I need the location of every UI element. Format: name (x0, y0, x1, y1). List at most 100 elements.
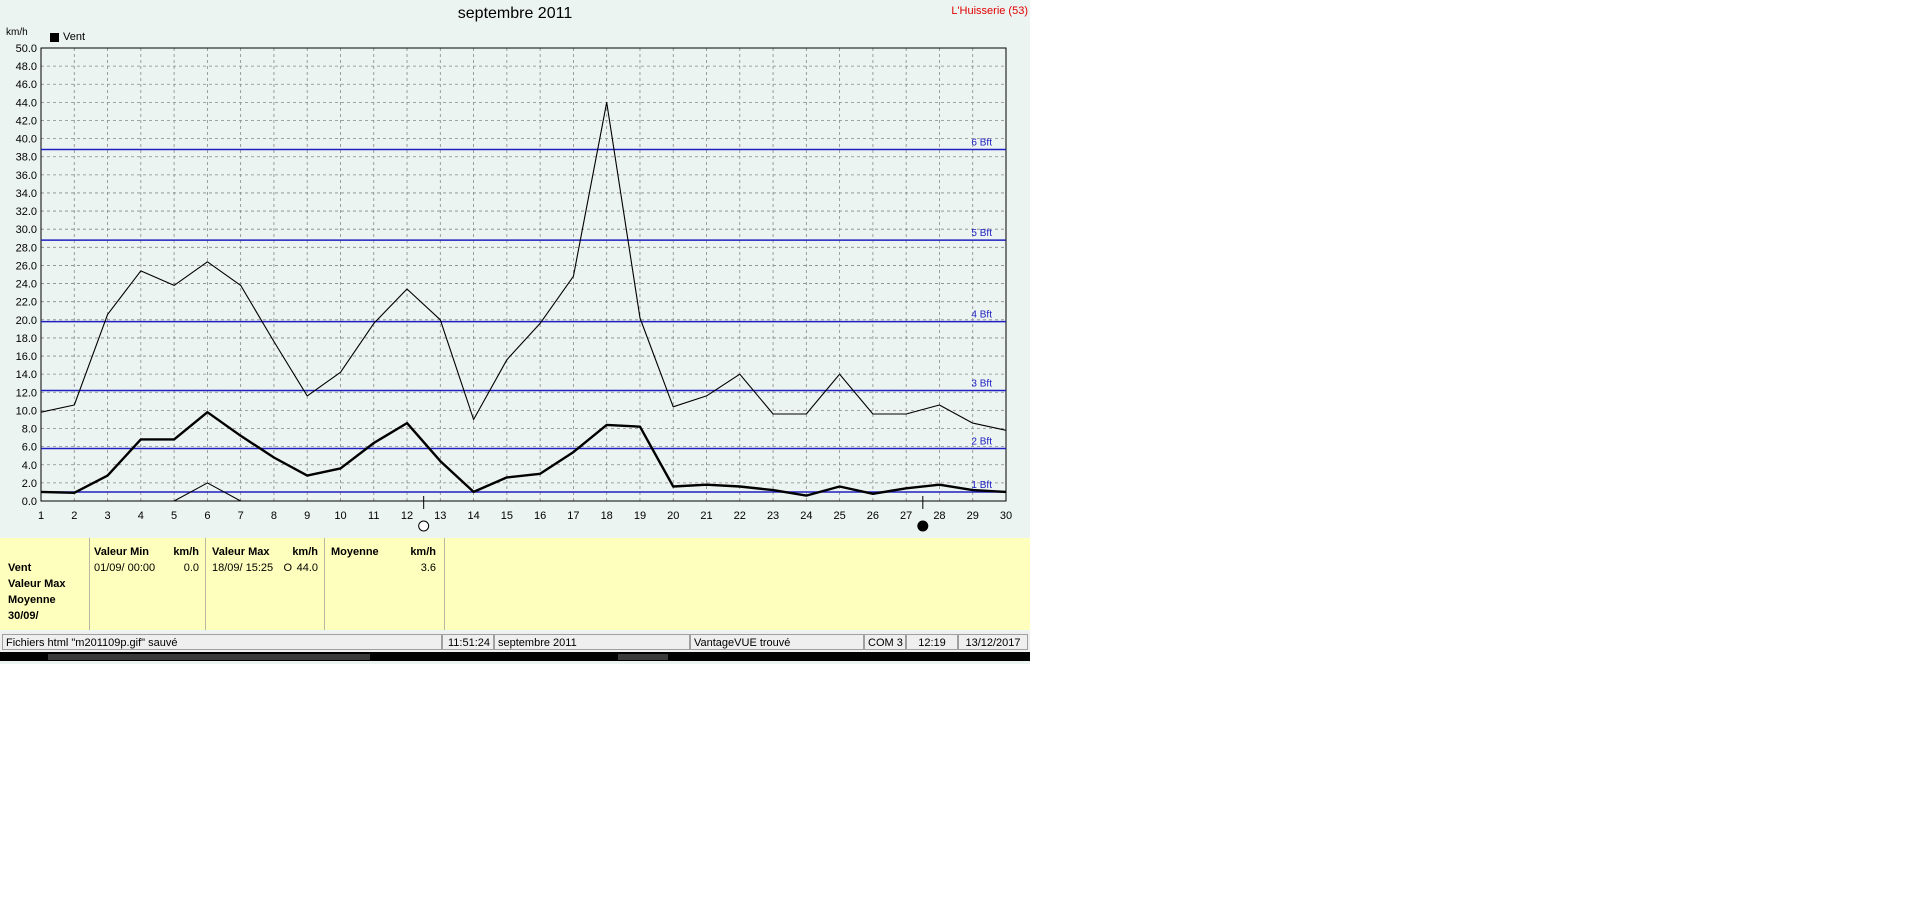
y-tick-label: 24.0 (16, 279, 37, 291)
x-tick-label: 5 (171, 510, 177, 522)
y-tick-label: 32.0 (16, 206, 37, 218)
x-tick-label: 29 (967, 510, 979, 522)
x-tick-label: 6 (204, 510, 210, 522)
x-tick-label: 7 (238, 510, 244, 522)
y-tick-label: 4.0 (22, 460, 37, 472)
new-moon-icon (917, 520, 929, 532)
min-value: 0.0 (183, 562, 199, 574)
x-tick-label: 14 (467, 510, 479, 522)
x-tick-label: 19 (634, 510, 646, 522)
stats-max-column: Valeur Max km/h 18/09/ 15:25 O 44.0 (206, 538, 325, 630)
stats-panel: Vent Valeur Max Moyenne 30/09/ Valeur Mi… (0, 538, 1030, 630)
x-tick-label: 10 (334, 510, 346, 522)
y-tick-label: 28.0 (16, 242, 37, 254)
x-tick-label: 22 (734, 510, 746, 522)
legend-label: Vent (63, 31, 86, 43)
y-tick-label: 30.0 (16, 224, 37, 236)
y-tick-label: 22.0 (16, 297, 37, 309)
x-tick-label: 21 (700, 510, 712, 522)
taskbar-segment (618, 654, 668, 660)
beaufort-label: 6 Bft (971, 137, 992, 148)
y-tick-label: 40.0 (16, 134, 37, 146)
max-direction: O (283, 562, 292, 574)
beaufort-label: 5 Bft (971, 228, 992, 239)
stats-min-column: Valeur Min km/h 01/09/ 00:00 0.0 (90, 538, 206, 630)
y-tick-label: 2.0 (22, 478, 37, 490)
x-tick-label: 30 (1000, 510, 1012, 522)
legend: Vent (50, 31, 85, 43)
max-date: 18/09/ 15:25 (212, 562, 274, 574)
y-tick-label: 14.0 (16, 369, 37, 381)
y-tick-label: 50.0 (16, 43, 37, 55)
avg-value: 3.6 (420, 562, 436, 574)
min-date: 01/09/ 00:00 (94, 562, 156, 574)
x-tick-label: 15 (501, 510, 513, 522)
x-tick-label: 23 (767, 510, 779, 522)
stats-avg-column: Moyenne km/h 3.6 (325, 538, 445, 630)
x-tick-label: 27 (900, 510, 912, 522)
status-clock: 12:19 (906, 634, 958, 650)
y-axis-unit: km/h (6, 27, 28, 38)
avg-header: Moyenne (331, 546, 379, 558)
y-tick-label: 16.0 (16, 351, 37, 363)
y-tick-label: 18.0 (16, 333, 37, 345)
x-tick-label: 17 (567, 510, 579, 522)
y-tick-label: 6.0 (22, 442, 37, 454)
min-unit: km/h (173, 546, 199, 558)
plot-area (41, 48, 1006, 501)
y-tick-label: 0.0 (22, 496, 37, 508)
beaufort-label: 4 Bft (971, 310, 992, 321)
status-time: 11:51:24 (442, 634, 494, 650)
legend-swatch-icon (50, 32, 59, 42)
x-tick-label: 12 (401, 510, 413, 522)
station-label: L'Huisserie (53) (951, 5, 1028, 17)
min-header: Valeur Min (94, 546, 150, 558)
x-tick-label: 9 (304, 510, 310, 522)
status-port: COM 3 (864, 634, 906, 650)
x-tick-label: 2 (71, 510, 77, 522)
x-tick-label: 11 (368, 510, 379, 522)
max-value: 44.0 (296, 562, 318, 574)
x-tick-label: 13 (434, 510, 446, 522)
y-tick-label: 8.0 (22, 424, 37, 436)
y-tick-label: 46.0 (16, 79, 37, 91)
x-tick-label: 25 (833, 510, 845, 522)
beaufort-label: 3 Bft (971, 378, 992, 389)
y-tick-label: 48.0 (16, 61, 37, 73)
wind-chart: 0.0 2.0 4.0 6.0 8.0 10.0 12.0 14.0 16.0 18.0 20.0 2… (16, 43, 1012, 532)
x-tick-label: 26 (867, 510, 879, 522)
row-label-moyenne: Moyenne (8, 594, 56, 606)
max-unit: km/h (292, 546, 318, 558)
y-tick-label: 12.0 (16, 387, 37, 399)
full-moon-icon (418, 520, 430, 532)
y-tick-label: 42.0 (16, 115, 37, 127)
status-console: VantageVUE trouvé (690, 634, 864, 650)
x-tick-label: 20 (667, 510, 679, 522)
chart-title: septembre 2011 (457, 5, 573, 22)
row-label-vent: Vent (8, 562, 32, 574)
x-tick-label: 8 (271, 510, 277, 522)
status-date: 13/12/2017 (958, 634, 1028, 650)
avg-unit: km/h (410, 546, 436, 558)
x-tick-label: 24 (800, 510, 812, 522)
y-tick-label: 10.0 (16, 405, 37, 417)
y-tick-label: 34.0 (16, 188, 37, 200)
x-tick-label: 28 (933, 510, 945, 522)
row-label-date: 30/09/ (8, 610, 39, 622)
max-header: Valeur Max (212, 546, 270, 558)
status-period: septembre 2011 (494, 634, 690, 650)
y-tick-label: 38.0 (16, 152, 37, 164)
app-window: 0.0 2.0 4.0 6.0 8.0 10.0 12.0 14.0 16.0 18.0 20.0 2… (0, 0, 1030, 664)
x-tick-label: 3 (104, 510, 110, 522)
status-message: Fichiers html "m201109p.gif" sauvé (2, 634, 442, 650)
x-tick-label: 16 (534, 510, 546, 522)
taskbar-strip (0, 652, 1030, 661)
taskbar-segment (48, 654, 370, 660)
y-tick-label: 26.0 (16, 260, 37, 272)
beaufort-label: 2 Bft (971, 436, 992, 447)
x-tick-label: 18 (601, 510, 613, 522)
x-tick-label: 4 (138, 510, 144, 522)
status-bar: Fichiers html "m201109p.gif" sauvé 11:51… (0, 632, 1030, 652)
y-tick-label: 20.0 (16, 315, 37, 327)
stats-row-labels: Vent Valeur Max Moyenne 30/09/ (0, 538, 90, 630)
